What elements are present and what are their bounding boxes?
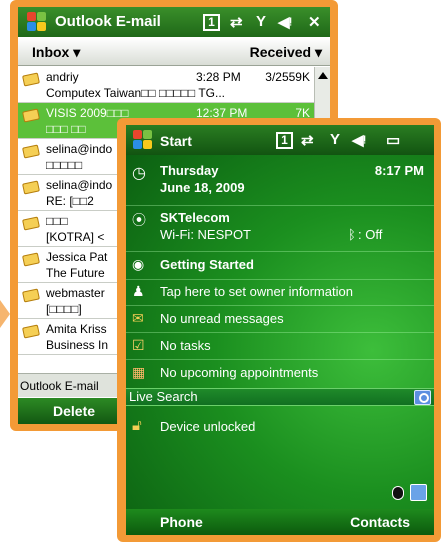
windows-flag-icon[interactable]: [133, 130, 153, 150]
message-sender: webmaster: [46, 286, 105, 300]
clock-label: 8:17 PM: [374, 163, 424, 178]
antenna-icon: ⦿: [132, 212, 146, 228]
volume-icon[interactable]: ◀ᵎ: [278, 13, 292, 31]
windows-flag-icon[interactable]: [27, 12, 47, 32]
phone-softkey[interactable]: Phone: [160, 514, 203, 530]
connectivity-icon[interactable]: ⇄: [230, 13, 243, 31]
message-sender: selina@indo: [46, 178, 113, 192]
envelope-icon: [21, 251, 41, 267]
envelope-icon: [21, 107, 41, 123]
close-icon[interactable]: ✕: [308, 13, 321, 31]
message-subject: □□□□□: [46, 158, 83, 172]
message-subject: □□□ □□: [46, 122, 86, 136]
today-softkey-bar: Phone Contacts: [126, 509, 434, 535]
owner-info-row[interactable]: ♟ Tap here to set owner information: [126, 283, 434, 303]
sim-indicator-icon: 1: [276, 131, 293, 149]
getting-started-label: Getting Started: [160, 257, 254, 272]
envelope-icon: [21, 323, 41, 339]
owner-icon: ♟: [132, 283, 145, 299]
message-subject: The Future: [46, 266, 105, 280]
today-screen: Start 1 ⇄ Y ◀ᵎ ▭ ◷ Thursday June 18, 200…: [126, 125, 434, 535]
divider: [126, 205, 434, 206]
tasks-label: No tasks: [160, 338, 211, 353]
bluetooth-icon: ᛒ: [348, 227, 356, 242]
tasks-row[interactable]: ☑ No tasks: [126, 337, 434, 357]
bluetooth-tray-icon[interactable]: [392, 486, 404, 500]
comm-manager-tray-icon[interactable]: [410, 484, 427, 501]
mail-icon: ✉: [132, 310, 144, 326]
message-sender: VISIS 2009□□□: [46, 106, 129, 120]
message-row[interactable]: andriy 3:28 PM 3/2559K Computex Taiwan□□…: [18, 67, 314, 103]
live-search-bar[interactable]: Live Search: [126, 388, 434, 406]
appointments-label: No upcoming appointments: [160, 365, 319, 380]
inbox-header: Inbox ▾ Received ▾: [18, 38, 330, 66]
signal-icon[interactable]: Y: [256, 13, 266, 30]
scroll-up-icon[interactable]: [318, 72, 328, 79]
owner-info-label: Tap here to set owner information: [160, 284, 353, 299]
volume-icon[interactable]: ◀ᵎ: [352, 131, 366, 149]
operator-row[interactable]: ⦿ SKTelecom Wi-Fi: NESPOT ᛒ : Off: [126, 209, 434, 247]
sim-indicator-icon: 1: [203, 13, 220, 31]
battery-icon[interactable]: ▭: [386, 131, 400, 149]
divider: [126, 251, 434, 252]
search-icon[interactable]: [414, 390, 431, 405]
device-lock-label: Device unlocked: [160, 419, 256, 434]
bluetooth-status: : Off: [358, 227, 383, 242]
messages-label: No unread messages: [160, 311, 284, 326]
today-title-bar: Start 1 ⇄ Y ◀ᵎ ▭: [126, 125, 434, 155]
message-sender: selina@indo: [46, 142, 113, 156]
divider: [126, 332, 434, 333]
data-connection-icon[interactable]: ⇄: [301, 131, 314, 149]
message-sender: □□□: [46, 214, 68, 228]
folder-dropdown[interactable]: Inbox ▾: [32, 44, 80, 61]
device-lock-row[interactable]: 🔓︎ Device unlocked: [126, 417, 434, 438]
task-icon: ☑: [132, 337, 145, 353]
getting-started-icon: ◉: [132, 256, 145, 272]
message-subject: Computex Taiwan□□ □□□□□ TG...: [46, 86, 226, 100]
message-size: 3/2559K: [265, 70, 310, 84]
envelope-icon: [21, 71, 41, 87]
wifi-label: Wi-Fi: NESPOT: [160, 227, 251, 242]
envelope-icon: [21, 287, 41, 303]
message-subject: Business In: [46, 338, 109, 352]
message-subject: [□□□□]: [46, 302, 82, 316]
live-search-label: Live Search: [129, 389, 198, 404]
message-subject: RE: [□□2: [46, 194, 94, 208]
start-title[interactable]: Start: [160, 133, 192, 149]
divider: [126, 305, 434, 306]
signal-icon[interactable]: Y: [330, 131, 340, 148]
outlook-title: Outlook E-mail: [55, 13, 161, 30]
envelope-icon: [21, 215, 41, 231]
message-time: 3:28 PM: [196, 70, 241, 84]
message-sender: Amita Kriss: [46, 322, 107, 336]
lock-icon: 🔓︎: [132, 417, 142, 434]
sort-dropdown[interactable]: Received ▾: [250, 44, 322, 61]
operator-name: SKTelecom: [160, 210, 230, 225]
contacts-softkey[interactable]: Contacts: [350, 514, 410, 530]
calendar-icon: ▦: [132, 364, 146, 380]
envelope-icon: [21, 179, 41, 195]
outlook-title-bar: Outlook E-mail 1 ⇄ Y ◀ᵎ ✕: [18, 7, 330, 37]
messages-row[interactable]: ✉ No unread messages: [126, 310, 434, 330]
date-label: June 18, 2009: [160, 180, 245, 195]
status-label: Outlook E-mail: [20, 379, 99, 393]
clock-icon: ◷: [132, 165, 146, 182]
getting-started-row[interactable]: ◉ Getting Started: [126, 256, 434, 276]
day-label: Thursday: [160, 163, 219, 178]
message-sender: Jessica Pat: [46, 250, 108, 264]
divider: [126, 279, 434, 280]
message-sender: andriy: [46, 70, 79, 84]
date-row[interactable]: ◷ Thursday June 18, 2009 8:17 PM: [126, 161, 434, 201]
message-subject: [KOTRA] <: [46, 230, 105, 244]
divider: [126, 359, 434, 360]
appointments-row[interactable]: ▦ No upcoming appointments: [126, 364, 434, 384]
envelope-icon: [21, 143, 41, 159]
transition-arrow-icon: [0, 300, 10, 328]
delete-softkey[interactable]: Delete: [53, 403, 95, 419]
